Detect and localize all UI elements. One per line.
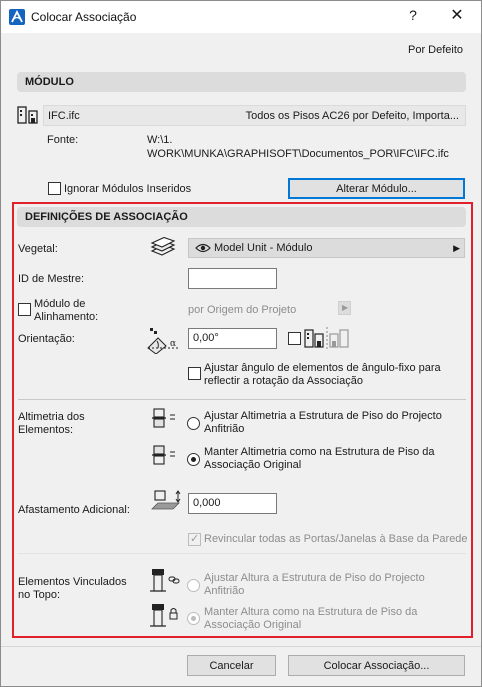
- align-label-line1: Módulo de: [34, 298, 86, 310]
- offset-height-icon: [151, 490, 181, 510]
- elevation-adjust-radio[interactable]: [187, 417, 200, 430]
- cancel-button[interactable]: Cancelar: [187, 655, 276, 676]
- relink-doors-checkbox[interactable]: ✓: [188, 533, 201, 546]
- master-id-input[interactable]: [188, 268, 277, 289]
- dropdown-arrow-icon: ▶: [453, 243, 460, 253]
- mirror-preview-icon: [304, 327, 349, 349]
- footer-separator: [1, 646, 481, 647]
- association-section-header: DEFINIÇÕES DE ASSOCIAÇÃO: [17, 207, 466, 227]
- layer-label: Vegetal:: [18, 243, 58, 255]
- elevation-opt2-line2: Associação Original: [204, 459, 302, 471]
- top-link-adjust-icon: [150, 569, 180, 592]
- elevation-label-line2: Elementos:: [18, 424, 74, 436]
- top-linked-label-line1: Elementos Vinculados: [18, 576, 127, 588]
- elevation-opt1-line1: Ajustar Altimetria a Estrutura de Piso d…: [204, 410, 442, 422]
- layers-icon: [150, 237, 176, 256]
- top-opt2-line1: Manter Altura como na Estrutura de Piso …: [204, 606, 418, 618]
- source-path-line1: W:\1.: [147, 134, 173, 146]
- source-path-line2: WORK\MUNKA\GRAPHISOFT\Documentos_POR\IFC…: [147, 148, 449, 160]
- top-link-keep-icon: [150, 604, 178, 627]
- elevation-keep-icon: [152, 445, 175, 465]
- help-button[interactable]: ?: [405, 7, 421, 23]
- module-file-row: IFC.ifc Todos os Pisos AC26 por Defeito,…: [43, 105, 466, 126]
- offset-input[interactable]: 0,000: [188, 493, 277, 514]
- place-association-button[interactable]: Colocar Associação...: [288, 655, 465, 676]
- eye-icon: [195, 243, 211, 253]
- ignore-nested-modules-label: Ignorar Módulos Inseridos: [64, 183, 192, 195]
- module-file-name: IFC.ifc: [48, 110, 80, 122]
- layer-dropdown-value: Model Unit - Módulo: [214, 242, 313, 254]
- top-keep-radio[interactable]: [187, 612, 200, 625]
- top-opt1-line1: Ajustar Altura a Estrutura de Piso do Pr…: [204, 572, 425, 584]
- dialog-window: Colocar Associação ? ✕ Por Defeito MÓDUL…: [0, 0, 482, 687]
- align-label-line2: Alinhamento:: [34, 311, 99, 323]
- arrow-right-icon: ▶: [342, 303, 349, 312]
- adjust-angle-line1: Ajustar ângulo de elementos de ângulo-fi…: [204, 362, 441, 374]
- elevation-label-line1: Altimetria dos: [18, 411, 85, 423]
- rotation-angle-icon: α: [147, 328, 178, 354]
- module-file-icon: [17, 106, 38, 124]
- elevation-adjust-icon: [152, 408, 175, 428]
- elevation-opt1-line2: Anfitrião: [204, 423, 245, 435]
- separator: [18, 553, 466, 554]
- top-opt2-line2: Associação Original: [204, 619, 302, 631]
- module-file-info: Todos os Pisos AC26 por Defeito, Importa…: [245, 110, 459, 122]
- close-button[interactable]: ✕: [449, 5, 465, 25]
- elevation-keep-radio[interactable]: [187, 453, 200, 466]
- top-opt1-line2: Anfitrião: [204, 585, 245, 597]
- top-linked-label-line2: no Topo:: [18, 589, 61, 601]
- module-section-header: MÓDULO: [17, 72, 466, 92]
- default-settings-link[interactable]: Por Defeito: [408, 44, 463, 57]
- archicad-app-icon: [9, 9, 25, 25]
- elevation-opt2-line1: Manter Altimetria como na Estrutura de P…: [204, 446, 435, 458]
- change-module-button[interactable]: Alterar Módulo...: [288, 178, 465, 199]
- svg-text:α: α: [170, 339, 176, 349]
- master-id-label: ID de Mestre:: [18, 273, 85, 285]
- source-label: Fonte:: [47, 134, 79, 146]
- top-adjust-radio[interactable]: [187, 579, 200, 592]
- mirror-checkbox[interactable]: [288, 332, 301, 345]
- title-bar: Colocar Associação ? ✕: [1, 1, 481, 33]
- separator: [18, 399, 466, 400]
- offset-label: Afastamento Adicional:: [18, 504, 130, 516]
- ignore-nested-modules-checkbox[interactable]: [48, 182, 61, 195]
- adjust-angle-line2: reflectir a rotação da Associação: [204, 375, 363, 387]
- checkmark-icon: ✓: [190, 533, 200, 545]
- window-title: Colocar Associação: [31, 10, 137, 24]
- layer-dropdown[interactable]: Model Unit - Módulo ▶: [188, 238, 465, 258]
- relink-doors-label: Revincular todas as Portas/Janelas à Bas…: [204, 533, 468, 545]
- align-origin-value: por Origem do Projeto: [188, 304, 297, 316]
- orientation-label: Orientação:: [18, 333, 75, 345]
- orientation-input[interactable]: 0,00°: [188, 328, 277, 349]
- adjust-fixed-angle-checkbox[interactable]: [188, 367, 201, 380]
- align-module-checkbox[interactable]: [18, 303, 31, 316]
- align-origin-arrow-button[interactable]: ▶: [338, 301, 351, 315]
